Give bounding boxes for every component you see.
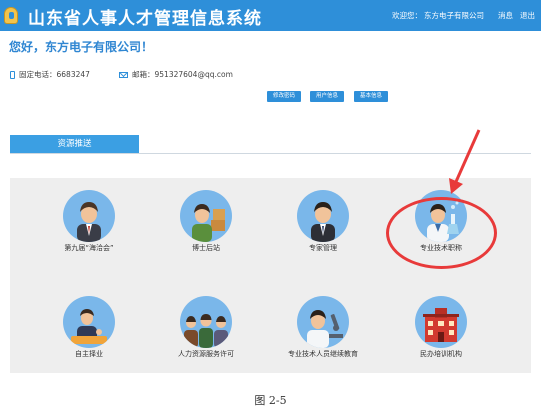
basic-info-button[interactable]: 基本信息: [354, 91, 388, 102]
header-bar: 山东省人事人才管理信息系统 欢迎您： 东方电子有限公司 消息 退出: [0, 0, 541, 31]
tile-label: 博士后站: [192, 244, 220, 252]
welcome-company: 东方电子有限公司: [424, 11, 484, 20]
email-label: 邮箱：: [132, 70, 155, 79]
welcome-text: 欢迎您： 东方电子有限公司: [392, 10, 486, 21]
handshake-icon: [63, 296, 115, 348]
tile-label: 专业技术人员继续教育: [288, 350, 358, 358]
screenshot-frame: 山东省人事人才管理信息系统 欢迎您： 东方电子有限公司 消息 退出 您好，东方电子…: [0, 0, 541, 385]
welcome-prefix: 欢迎您：: [392, 11, 422, 20]
tile-continuing-education[interactable]: 专业技术人员继续教育: [273, 296, 373, 359]
tile-private-training[interactable]: 民办培训机构: [391, 296, 491, 359]
tile-label: 自主择业: [75, 350, 103, 358]
tile-self-employment[interactable]: 自主择业: [39, 296, 139, 359]
annotation-circle: [386, 197, 497, 269]
tile-haiqia[interactable]: 第九届“海洽会”: [39, 190, 139, 253]
user-info-button[interactable]: 用户信息: [310, 91, 344, 102]
phone-icon: [10, 71, 15, 79]
phone-info: 固定电话：6683247: [10, 69, 90, 80]
phone-value: 6683247: [56, 70, 90, 79]
tile-label: 民办培训机构: [420, 350, 462, 358]
figure-caption: 图 2-5: [254, 394, 287, 407]
email-value: 951327604@qq.com: [154, 70, 233, 79]
app-title: 山东省人事人才管理信息系统: [28, 9, 262, 29]
greeting-title: 您好，东方电子有限公司！: [9, 40, 154, 54]
building-icon: [415, 296, 467, 348]
businessman-icon: [63, 190, 115, 242]
tile-label: 人力资源服务许可: [178, 350, 234, 358]
expert-icon: [297, 190, 349, 242]
annotation-arrow-icon: [449, 129, 481, 194]
mail-icon: [119, 72, 128, 78]
change-password-button[interactable]: 修改密码: [267, 91, 301, 102]
logout-link[interactable]: 退出: [520, 10, 535, 21]
email-info: 邮箱：951327604@qq.com: [119, 69, 233, 80]
tile-expert[interactable]: 专家管理: [273, 190, 373, 253]
emblem-icon: [4, 7, 18, 24]
tile-label: 专家管理: [309, 244, 337, 252]
team-icon: [180, 296, 232, 348]
worker-boxes-icon: [180, 190, 232, 242]
tab-resource-push[interactable]: 资源推送: [10, 135, 139, 153]
tile-postdoc[interactable]: 博士后站: [156, 190, 256, 253]
tile-label: 第九届“海洽会”: [64, 244, 114, 252]
tile-hr-license[interactable]: 人力资源服务许可: [156, 296, 256, 359]
microscope-icon: [297, 296, 349, 348]
phone-label: 固定电话：: [19, 70, 57, 79]
messages-link[interactable]: 消息: [498, 10, 513, 21]
